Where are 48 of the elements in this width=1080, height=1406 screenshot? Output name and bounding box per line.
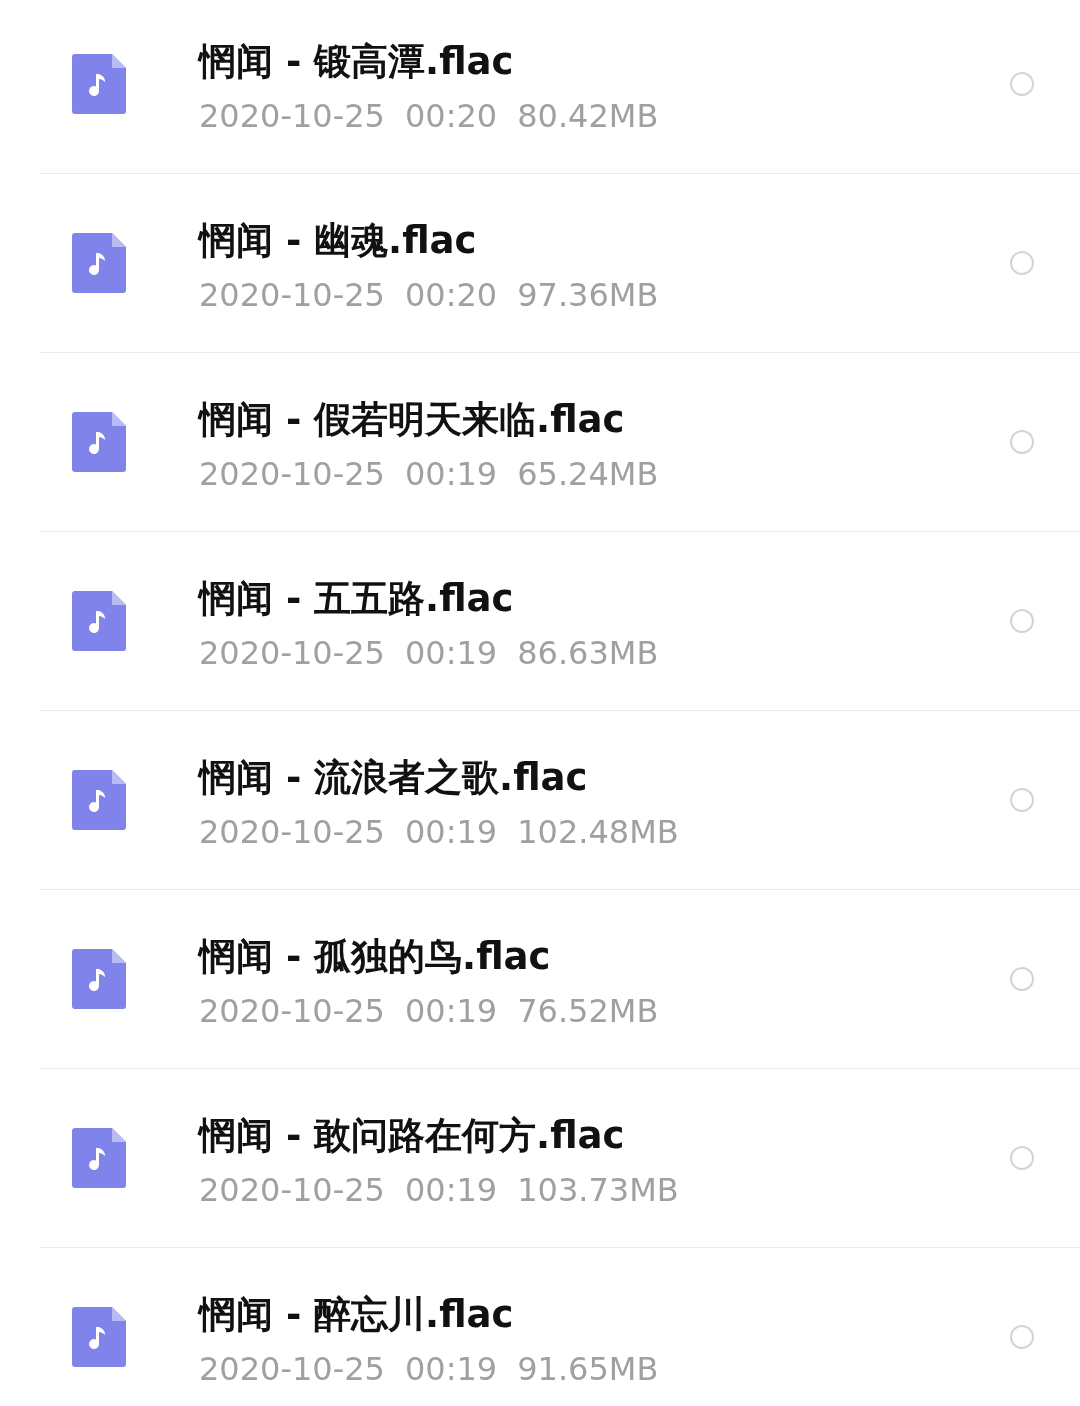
music-file-icon	[72, 233, 126, 293]
file-size: 103.73MB	[517, 1170, 679, 1211]
file-time: 00:19	[404, 454, 498, 495]
file-date: 2020-10-25	[199, 991, 385, 1032]
file-size: 91.65MB	[517, 1349, 659, 1390]
music-file-icon	[72, 1307, 126, 1367]
file-time: 00:20	[404, 275, 498, 316]
select-radio[interactable]	[1010, 72, 1034, 96]
file-date: 2020-10-25	[199, 275, 385, 316]
music-file-icon	[72, 949, 126, 1009]
file-name: 惘闻 - 孤独的鸟.flac	[199, 934, 552, 980]
select-radio[interactable]	[1010, 251, 1034, 275]
file-size: 86.63MB	[517, 633, 659, 674]
file-size: 80.42MB	[517, 96, 659, 137]
file-date: 2020-10-25	[199, 454, 385, 495]
file-size: 76.52MB	[517, 991, 659, 1032]
file-time: 00:20	[404, 96, 498, 137]
select-radio[interactable]	[1010, 430, 1034, 454]
file-date: 2020-10-25	[199, 812, 385, 853]
file-date: 2020-10-25	[199, 1170, 385, 1211]
music-file-icon	[72, 54, 126, 114]
music-file-icon	[72, 412, 126, 472]
select-radio[interactable]	[1010, 609, 1034, 633]
file-name: 惘闻 - 幽魂.flac	[199, 218, 478, 264]
file-size: 65.24MB	[517, 454, 659, 495]
file-date: 2020-10-25	[199, 1349, 385, 1390]
file-size: 97.36MB	[517, 275, 659, 316]
file-time: 00:19	[404, 812, 498, 853]
file-name: 惘闻 - 醉忘川.flac	[199, 1292, 515, 1338]
file-name: 惘闻 - 五五路.flac	[199, 576, 515, 622]
file-date: 2020-10-25	[199, 96, 385, 137]
file-time: 00:19	[404, 633, 498, 674]
music-file-icon	[72, 1128, 126, 1188]
file-time: 00:19	[404, 1349, 498, 1390]
select-radio[interactable]	[1010, 1325, 1034, 1349]
file-name: 惘闻 - 假若明天来临.flac	[199, 397, 626, 443]
file-name: 惘闻 - 锻高潭.flac	[199, 39, 515, 85]
music-file-icon	[72, 591, 126, 651]
select-radio[interactable]	[1010, 967, 1034, 991]
file-name: 惘闻 - 流浪者之歌.flac	[199, 755, 589, 801]
file-date: 2020-10-25	[199, 633, 385, 674]
file-size: 102.48MB	[517, 812, 679, 853]
file-name: 惘闻 - 敢问路在何方.flac	[199, 1113, 626, 1159]
music-file-icon	[72, 770, 126, 830]
select-radio[interactable]	[1010, 1146, 1034, 1170]
file-time: 00:19	[404, 991, 498, 1032]
select-radio[interactable]	[1010, 788, 1034, 812]
file-time: 00:19	[404, 1170, 498, 1211]
